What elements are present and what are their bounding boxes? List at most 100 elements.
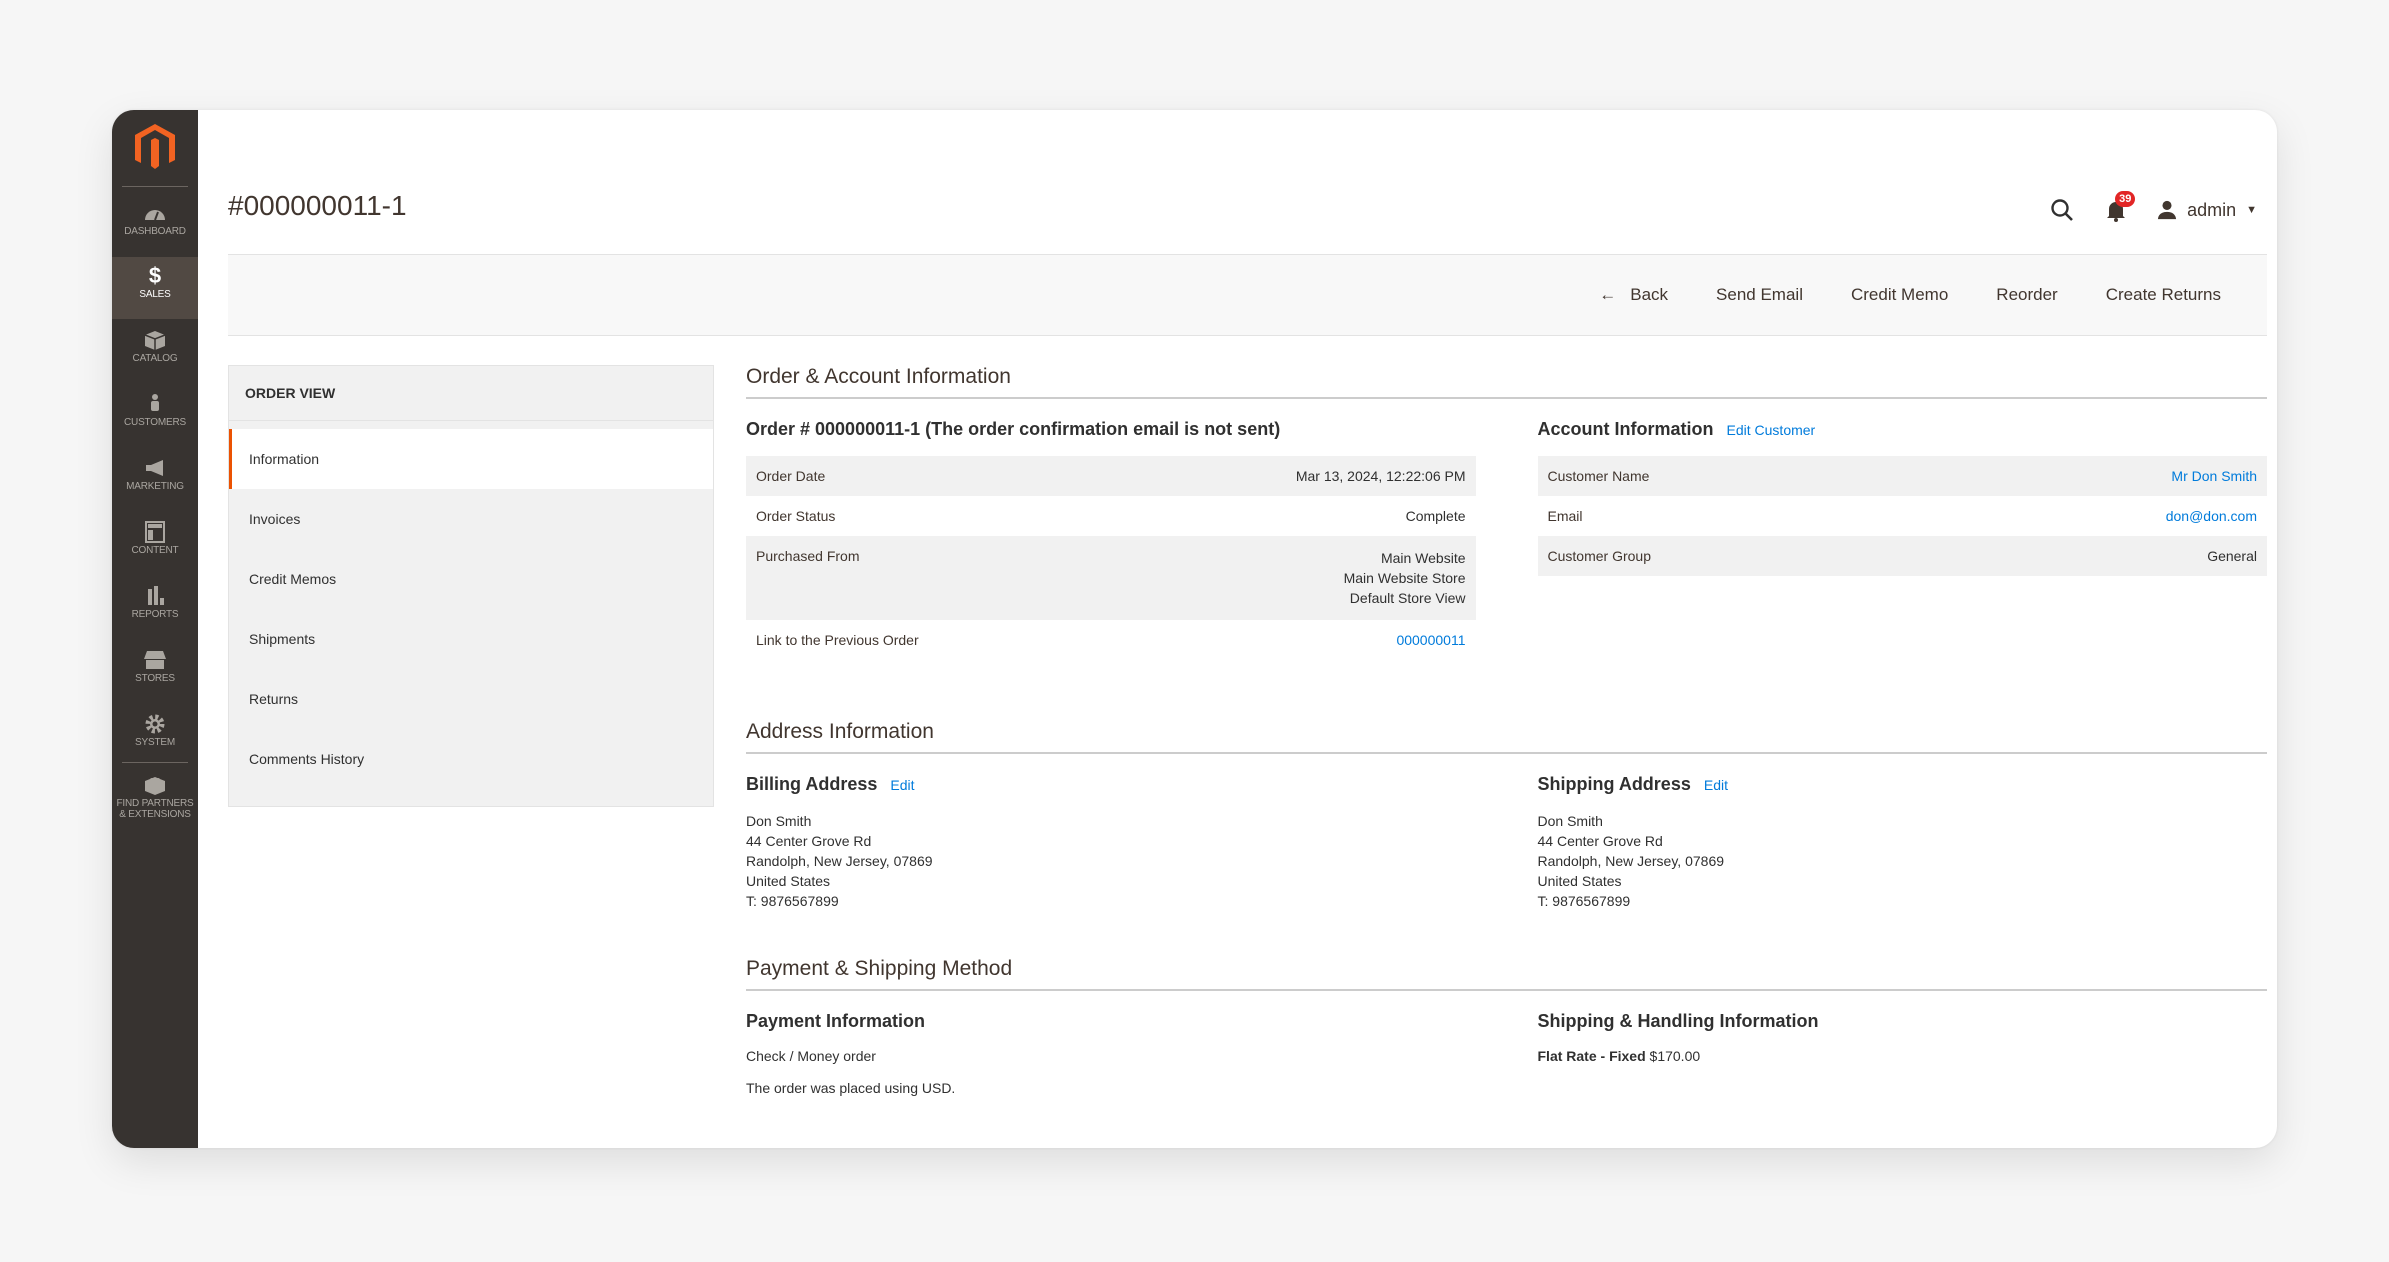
row-label: Email [1547,508,1583,524]
dashboard-icon [145,210,165,221]
tab-information[interactable]: Information [229,429,713,489]
notifications-badge: 39 [2115,191,2136,207]
sidebar-item-sales[interactable]: $ SALES [112,257,198,319]
tab-returns[interactable]: Returns [229,669,713,729]
tab-shipments[interactable]: Shipments [229,609,713,669]
account-info-title: Account Information Edit Customer [1538,419,2268,440]
customer-email-link[interactable]: don@don.com [1921,496,2267,536]
payment-shipping-section-title: Payment & Shipping Method [746,957,2267,991]
table-row: Customer Name Mr Don Smith [1537,456,2267,496]
order-information-content: Order & Account Information Order # 0000… [746,365,2267,1112]
order-view-tabs: ORDER VIEW Information Invoices Credit M… [228,365,714,807]
caret-down-icon: ▼ [2246,204,2257,216]
shipping-address-block: Shipping Address Edit Don Smith 44 Cente… [1538,774,2268,911]
order-info-block: Order # 000000011-1 (The order confirmat… [746,419,1476,660]
sidebar-label: & EXTENSIONS [119,809,191,820]
account-info-heading: Account Information [1537,419,1714,439]
bar-chart-icon [148,586,164,605]
row-label: Link to the Previous Order [756,632,919,648]
admin-user-menu[interactable]: admin ▼ [2157,200,2257,221]
shipping-price: $170.00 [1649,1048,1701,1064]
shipping-method: Flat Rate - Fixed $170.00 [1538,1048,2268,1064]
create-returns-button[interactable]: Create Returns [2082,285,2245,305]
sidebar-item-reports[interactable]: REPORTS [112,577,198,639]
order-date-value: Mar 13, 2024, 12:22:06 PM [1103,456,1476,496]
sidebar-item-marketing[interactable]: MARKETING [112,449,198,511]
customer-name-link[interactable]: Mr Don Smith [1921,456,2267,496]
tab-comments-history[interactable]: Comments History [229,729,713,789]
sidebar-label: SALES [139,289,171,300]
sidebar-label: STORES [135,673,175,684]
shipping-address-heading: Shipping Address [1537,774,1691,794]
dollar-icon: $ [148,263,162,288]
page-title: #000000011-1 [228,190,407,221]
sidebar-label: CUSTOMERS [124,417,186,428]
search-icon[interactable] [2049,197,2075,223]
user-icon [2157,200,2177,220]
payment-currency-note: The order was placed using USD. [746,1080,956,1096]
purchased-from-value: Main Website Main Website Store Default … [1103,536,1476,620]
shipping-handling-block: Shipping & Handling Information Flat Rat… [1538,1011,2268,1112]
shipping-address: Don Smith 44 Center Grove Rd Randolph, N… [1538,811,2268,911]
notifications-button[interactable]: 39 [2103,191,2136,223]
website-name: Main Website [1380,550,1466,566]
edit-shipping-address-link[interactable]: Edit [1704,777,1728,793]
store-view-name: Default Store View [1349,590,1466,606]
box-icon [144,331,166,350]
tab-invoices[interactable]: Invoices [229,489,713,549]
sidebar-divider [122,186,188,187]
address-line: United States [746,873,831,889]
table-row: Customer Group General [1537,536,2267,576]
admin-window: DASHBOARD $ SALES CATALOG CUSTOMERS MARK… [112,110,2277,1148]
send-email-button[interactable]: Send Email [1692,285,1827,305]
layout-icon [145,521,165,543]
address-line: Randolph, New Jersey, 07869 [1537,853,1725,869]
back-label: Back [1630,285,1669,304]
sidebar-item-dashboard[interactable]: DASHBOARD [112,194,198,256]
payment-info-block: Payment Information Check / Money order … [746,1011,1476,1112]
tab-credit-memos[interactable]: Credit Memos [229,549,713,609]
address-line: Don Smith [1537,813,1603,829]
payment-method: Check / Money order [746,1048,876,1064]
megaphone-icon [146,460,163,476]
credit-memo-button[interactable]: Credit Memo [1827,285,1972,305]
address-line: United States [1537,873,1622,889]
edit-customer-link[interactable]: Edit Customer [1727,422,1816,438]
page-actions-bar: ← Back Send Email Credit Memo Reorder Cr… [228,254,2267,336]
customer-group-value: General [1921,536,2267,576]
tabs-title: ORDER VIEW [229,366,713,421]
sidebar-item-catalog[interactable]: CATALOG [112,321,198,383]
back-button[interactable]: ← Back [1575,285,1692,305]
account-info-table: Customer Name Mr Don Smith Email don@don… [1537,456,2268,576]
order-status-value: Complete [1405,508,1466,524]
address-line: Don Smith [746,813,812,829]
sidebar-label: FIND PARTNERS [116,798,194,809]
payment-info-title: Payment Information [746,1011,926,1031]
order-info-table: Order Date Mar 13, 2024, 12:22:06 PM Ord… [746,456,1476,660]
sidebar-item-find-partners[interactable]: FIND PARTNERS & EXTENSIONS [112,766,198,836]
sidebar-item-system[interactable]: SYSTEM [112,705,198,767]
sidebar-item-customers[interactable]: CUSTOMERS [112,385,198,447]
admin-username: admin [2187,199,2237,220]
sidebar-label: REPORTS [131,609,179,620]
table-row: Link to the Previous Order 000000011 [746,620,1476,660]
shipping-address-title: Shipping Address Edit [1538,774,2268,795]
table-row: Order Status Complete [746,496,1476,536]
sidebar-item-stores[interactable]: STORES [112,641,198,703]
sidebar-label: MARKETING [126,481,184,492]
sidebar-label: CONTENT [131,545,179,556]
row-label: Customer Name [1537,456,1922,496]
magento-logo-icon[interactable] [132,122,178,172]
sidebar-item-content[interactable]: CONTENT [112,513,198,575]
previous-order-link[interactable]: 000000011 [1104,620,1476,660]
shipping-handling-title: Shipping & Handling Information [1537,1011,1819,1031]
edit-billing-address-link[interactable]: Edit [890,777,914,793]
arrow-left-icon: ← [1599,285,1617,304]
order-account-section-title: Order & Account Information [746,365,2267,399]
reorder-button[interactable]: Reorder [1972,285,2081,305]
admin-sidebar: DASHBOARD $ SALES CATALOG CUSTOMERS MARK… [112,110,198,1148]
table-row: Email don@don.com [1538,496,2268,536]
address-section-title: Address Information [746,720,2267,754]
header-actions: 39 admin ▼ [2049,190,2257,230]
table-row: Order Date Mar 13, 2024, 12:22:06 PM [746,456,1476,496]
